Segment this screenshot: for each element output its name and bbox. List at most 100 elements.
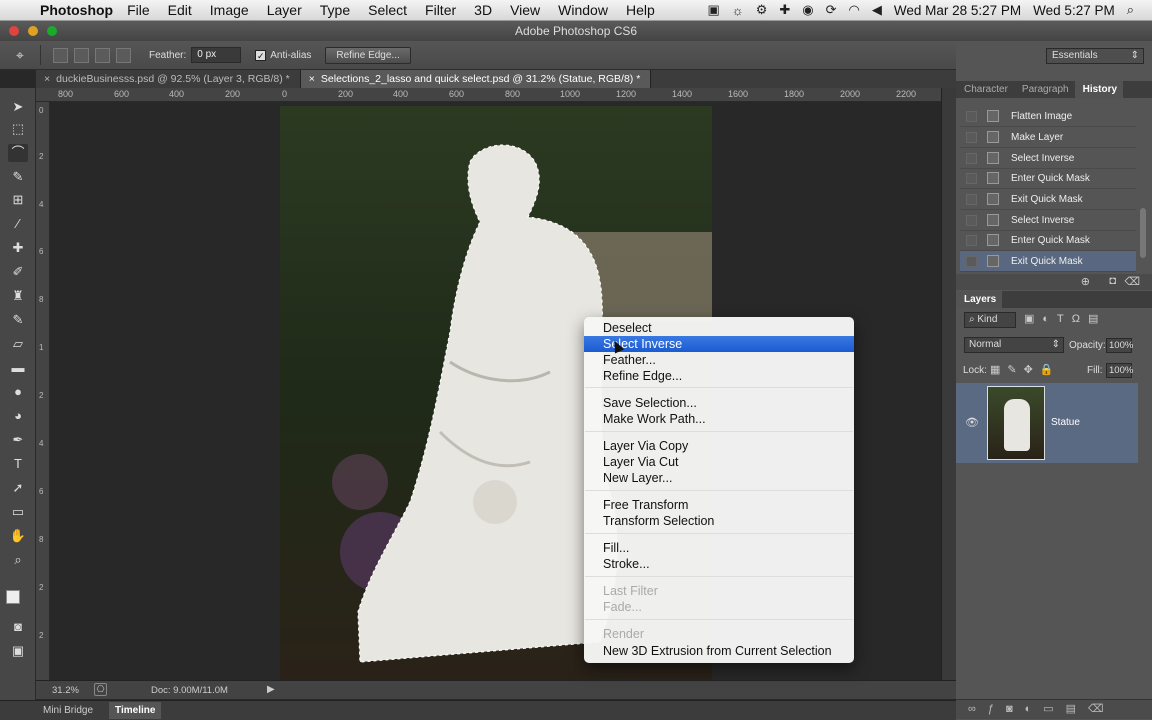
refine-edge-button[interactable]: Refine Edge...: [325, 46, 411, 64]
foreground-color-swatch[interactable]: [6, 590, 20, 604]
stamp-tool-icon[interactable]: ♜: [8, 287, 28, 305]
menu-item-make-work-path[interactable]: Make Work Path...: [584, 411, 854, 427]
layer-filter-icons[interactable]: ▣◐TΩ▤: [1024, 312, 1144, 328]
app-menu[interactable]: Photoshop: [40, 2, 113, 18]
lock-icons[interactable]: ▦✎✥🔒: [990, 363, 1061, 376]
history-item-selected[interactable]: Exit Quick Mask: [960, 251, 1136, 272]
trash-icon[interactable]: ⌫: [1124, 275, 1140, 288]
menu-item-refine-edge[interactable]: Refine Edge...: [584, 368, 854, 384]
dodge-tool-icon[interactable]: ◕: [8, 407, 28, 425]
type-tool-icon[interactable]: T: [8, 455, 28, 473]
intersect-selection-icon[interactable]: [116, 47, 131, 63]
brightness-icon[interactable]: ☼: [732, 3, 744, 18]
menu-type[interactable]: Type: [320, 2, 350, 18]
menu-item-fill[interactable]: Fill...: [584, 540, 854, 556]
pen-tool-icon[interactable]: ✒: [8, 431, 28, 449]
history-item[interactable]: Flatten Image: [960, 106, 1136, 127]
plus-icon[interactable]: ✚: [779, 2, 790, 18]
menu-item-save-selection[interactable]: Save Selection...: [584, 395, 854, 411]
history-item[interactable]: Select Inverse: [960, 210, 1136, 231]
blend-mode-select[interactable]: Normal ⇕: [964, 337, 1064, 353]
history-scrollbar[interactable]: [1140, 208, 1146, 258]
layer-row[interactable]: 👁 Statue: [956, 383, 1138, 463]
menu-view[interactable]: View: [510, 2, 540, 18]
tab-timeline[interactable]: Timeline: [109, 702, 162, 719]
hand-tool-icon[interactable]: ✋: [8, 527, 28, 545]
volume-icon[interactable]: ◀: [872, 2, 882, 18]
menu-layer[interactable]: Layer: [267, 2, 302, 18]
healing-tool-icon[interactable]: ✚: [8, 239, 28, 257]
marquee-tool-icon[interactable]: ⬚: [8, 120, 28, 138]
menu-item-transform-selection[interactable]: Transform Selection: [584, 513, 854, 529]
opacity-input[interactable]: 100%: [1106, 338, 1133, 353]
menubar-date[interactable]: Wed Mar 28 5:27 PM: [894, 3, 1021, 18]
menu-file[interactable]: File: [127, 2, 150, 18]
menu-item-stroke[interactable]: Stroke...: [584, 556, 854, 572]
tab-paragraph[interactable]: Paragraph: [1014, 81, 1075, 98]
menu-image[interactable]: Image: [210, 2, 249, 18]
menu-item-3d-extrusion[interactable]: New 3D Extrusion from Current Selection: [584, 643, 854, 659]
close-icon[interactable]: [9, 26, 19, 36]
crop-tool-icon[interactable]: ⊞: [8, 191, 28, 209]
spotlight-icon[interactable]: ⌕: [1127, 2, 1134, 18]
menu-edit[interactable]: Edit: [168, 2, 192, 18]
menu-window[interactable]: Window: [558, 2, 608, 18]
wifi-icon[interactable]: ◠: [849, 2, 860, 18]
history-item[interactable]: Make Layer: [960, 127, 1136, 148]
layer-name[interactable]: Statue: [1051, 417, 1080, 428]
menu-select[interactable]: Select: [368, 2, 407, 18]
history-item[interactable]: Enter Quick Mask: [960, 168, 1136, 189]
menu-item-feather[interactable]: Feather...: [584, 352, 854, 368]
history-item[interactable]: Select Inverse: [960, 148, 1136, 169]
history-brush-icon[interactable]: ✎: [8, 311, 28, 329]
move-tool-icon[interactable]: ➤: [8, 98, 28, 116]
menu-item-new-layer[interactable]: New Layer...: [584, 470, 854, 486]
menubar-clock[interactable]: Wed 5:27 PM: [1033, 3, 1115, 18]
fill-input[interactable]: 100%: [1106, 363, 1133, 378]
antialias-checkbox[interactable]: ✓: [255, 49, 267, 61]
status-options-icon[interactable]: ⎔: [94, 683, 107, 696]
menu-item-free-transform[interactable]: Free Transform: [584, 497, 854, 513]
zoom-icon[interactable]: [47, 26, 57, 36]
quick-mask-icon[interactable]: ◙: [8, 618, 28, 636]
eye-icon[interactable]: 👁: [965, 416, 979, 429]
sync-icon[interactable]: ⟳: [826, 2, 837, 18]
tab-document-2[interactable]: × Selections_2_lasso and quick select.psd…: [300, 70, 652, 88]
tab-document-1[interactable]: × duckieBusinesss.psd @ 92.5% (Layer 3, R…: [36, 70, 301, 88]
new-document-from-state-icon[interactable]: ⊕: [1081, 275, 1090, 288]
menu-item-layer-via-copy[interactable]: Layer Via Copy: [584, 438, 854, 454]
path-select-tool-icon[interactable]: ➚: [8, 479, 28, 497]
gear-icon[interactable]: ⚙: [756, 2, 768, 18]
blur-tool-icon[interactable]: ●: [8, 383, 28, 401]
screen-mode-icon[interactable]: ▣: [8, 642, 28, 660]
menu-filter[interactable]: Filter: [425, 2, 456, 18]
eraser-tool-icon[interactable]: ▱: [8, 335, 28, 353]
status-arrow-icon[interactable]: ▶: [267, 684, 275, 695]
camera-icon[interactable]: ◘: [1109, 275, 1116, 287]
screen-record-icon[interactable]: ▣: [707, 2, 719, 18]
subtract-selection-icon[interactable]: [95, 47, 110, 63]
layer-filter-kind[interactable]: ⌕ Kind: [964, 312, 1016, 328]
feather-input[interactable]: 0 px: [191, 47, 242, 63]
workspace-switcher[interactable]: Essentials ⇕: [1046, 48, 1144, 64]
tab-character[interactable]: Character: [956, 81, 1014, 98]
layers-footer-icons[interactable]: ∞ƒ◙◐▭▤⌫: [956, 699, 1152, 719]
history-item[interactable]: Exit Quick Mask: [960, 189, 1136, 210]
zoom-tool-icon[interactable]: ⌕: [8, 551, 28, 569]
tab-history[interactable]: History: [1074, 81, 1124, 98]
polygonal-lasso-icon[interactable]: ⌖: [0, 47, 40, 64]
shape-tool-icon[interactable]: ▭: [8, 503, 28, 521]
tab-layers[interactable]: Layers: [956, 291, 1003, 308]
menu-3d[interactable]: 3D: [474, 2, 492, 18]
quick-select-tool-icon[interactable]: ✎: [8, 168, 28, 186]
menu-help[interactable]: Help: [626, 2, 655, 18]
menu-item-select-inverse[interactable]: Select Inverse: [584, 336, 854, 352]
menu-item-deselect[interactable]: Deselect: [584, 320, 854, 336]
brush-tool-icon[interactable]: ✐: [8, 263, 28, 281]
canvas-vertical-scrollbar[interactable]: [941, 88, 956, 680]
new-selection-icon[interactable]: [53, 47, 68, 63]
gradient-tool-icon[interactable]: ▬: [8, 359, 28, 377]
add-to-selection-icon[interactable]: [74, 47, 89, 63]
lasso-tool-icon[interactable]: ⌒: [8, 144, 28, 162]
power-icon[interactable]: ◉: [802, 2, 813, 18]
